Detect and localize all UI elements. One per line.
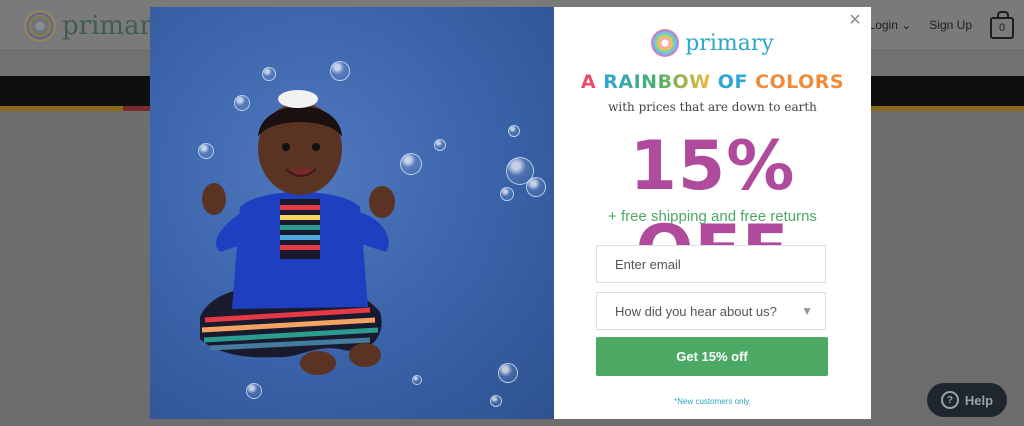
login-label: Login (868, 18, 898, 32)
email-field[interactable] (596, 245, 826, 283)
shipping-note: + free shipping and free returns (608, 208, 817, 225)
login-menu[interactable]: Login ⌄ (869, 18, 912, 32)
site-nav: Login ⌄ Sign Up 0 (869, 0, 1024, 50)
referral-select[interactable]: How did you hear about us? ▼ (596, 292, 826, 330)
chevron-down-icon: ⌄ (901, 18, 912, 32)
bubble (434, 139, 446, 151)
fine-print: *New customers only. (674, 397, 751, 406)
promo-modal: × primary A RAINBOW OF COLORS with price… (150, 7, 871, 419)
email-input[interactable] (615, 256, 825, 272)
question-icon: ? (940, 391, 959, 409)
baby-illustration (200, 90, 395, 375)
bubble (508, 125, 520, 137)
help-label: Help (964, 392, 994, 408)
bubble (526, 177, 546, 197)
bubble (500, 187, 514, 201)
baby-photo (150, 7, 554, 419)
headline-word: OF (717, 71, 748, 93)
cart-count: 0 (998, 22, 1006, 34)
headline-word: A (580, 71, 597, 93)
help-button[interactable]: ? Help (927, 383, 1007, 417)
cart-button[interactable]: 0 (990, 11, 1014, 39)
brand-text: primary (685, 30, 774, 56)
subheadline: with prices that are down to earth (608, 100, 817, 114)
bubble (498, 363, 518, 383)
bubble (490, 395, 502, 407)
bubble (412, 375, 422, 385)
site-logo[interactable]: primary (24, 10, 167, 42)
chevron-down-icon: ▼ (801, 304, 813, 318)
logo-mark-icon (24, 10, 56, 42)
logo-mark-icon (651, 29, 680, 57)
get-discount-button[interactable]: Get 15% off (596, 337, 828, 376)
headline: A RAINBOW OF COLORS (554, 71, 871, 93)
signup-link[interactable]: Sign Up (929, 18, 972, 32)
headline-word: RAINBOW (603, 71, 711, 93)
referral-select-value: How did you hear about us? (615, 303, 777, 319)
signup-panel: × primary A RAINBOW OF COLORS with price… (554, 7, 871, 419)
headline-word: COLORS (755, 71, 845, 93)
brand-logo: primary (554, 29, 871, 57)
close-icon[interactable]: × (845, 9, 865, 31)
